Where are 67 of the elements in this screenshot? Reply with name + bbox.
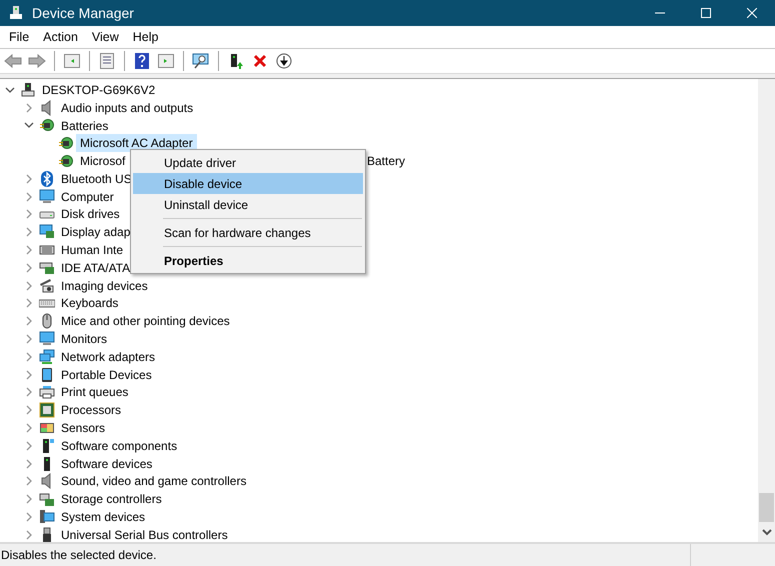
menu-item[interactable]: View <box>84 27 126 47</box>
tree-item[interactable]: Human Inte <box>57 241 128 260</box>
tree-item[interactable]: Imaging devices <box>57 276 152 295</box>
tree-item-text: Battery <box>367 154 406 168</box>
processor-icon <box>39 402 55 418</box>
tablet-icon <box>39 366 55 383</box>
tree-item[interactable]: Network adapters <box>57 348 160 366</box>
app-icon <box>8 5 24 21</box>
tree-item[interactable]: Portable Devices <box>57 366 156 384</box>
scrollbar[interactable] <box>758 79 775 542</box>
battery-plug-icon <box>39 117 55 134</box>
tree-item[interactable]: Software components <box>57 436 182 455</box>
status-text: Disables the selected device. <box>0 548 158 562</box>
monitor-icon <box>39 331 55 348</box>
monitor-magnifier-icon <box>192 53 210 69</box>
tree-item[interactable]: Microsof <box>76 152 130 170</box>
back-arrow-icon <box>4 54 22 68</box>
window-title: Device Manager <box>32 5 135 21</box>
panel-icon <box>64 54 80 68</box>
controller-card-icon <box>39 260 55 276</box>
tree-item[interactable]: Sound, video and game controllers <box>57 472 250 490</box>
menu-option[interactable]: Uninstall device <box>133 194 363 215</box>
tree-item[interactable]: Microsoft AC Adapter <box>76 134 197 152</box>
tree-item[interactable]: Mice and other pointing devices <box>57 312 234 330</box>
tree-item[interactable]: Batteries <box>57 116 112 134</box>
menu-option[interactable]: Scan for hardware changes <box>133 222 363 243</box>
close-icon <box>747 8 757 18</box>
network-icon <box>39 348 55 365</box>
bluetooth-icon <box>39 170 55 187</box>
display-card-icon <box>39 224 55 240</box>
tree-item[interactable]: Audio inputs and outputs <box>57 98 198 117</box>
monitor-icon <box>39 188 55 205</box>
tree-item[interactable]: Print queues <box>57 383 132 402</box>
printer-icon <box>39 384 55 400</box>
document-icon <box>99 53 115 69</box>
computer-icon <box>20 82 36 98</box>
menu-option[interactable]: Properties <box>133 250 363 271</box>
tree-item[interactable]: Storage controllers <box>57 490 166 508</box>
tree-item[interactable]: Monitors <box>57 330 112 348</box>
menu-option[interactable]: Disable device <box>133 173 363 194</box>
forward-arrow-icon <box>28 54 46 68</box>
tree-item[interactable]: Universal Serial Bus controllers <box>57 526 232 542</box>
tree-item[interactable]: DESKTOP-G69K6V2 <box>38 80 160 99</box>
tree-item[interactable]: Computer <box>57 188 118 206</box>
tower-arrow-icon <box>228 53 244 69</box>
storage-controller-icon <box>39 491 55 508</box>
help-icon <box>134 53 150 69</box>
tree-item[interactable]: IDE ATA/ATA <box>57 258 134 277</box>
scrollbar-thumb[interactable] <box>759 493 774 522</box>
maximize-icon <box>701 8 711 18</box>
menu-item[interactable]: Help <box>126 27 166 47</box>
tree-item[interactable]: Software devices <box>57 454 156 473</box>
menu-item[interactable]: Action <box>36 27 85 47</box>
menu-item[interactable]: File <box>2 27 36 47</box>
tree-item[interactable]: Sensors <box>57 419 110 438</box>
panel-icon <box>158 54 174 68</box>
menu-option[interactable]: Update driver <box>133 152 363 173</box>
x-icon <box>253 54 267 68</box>
tree-item[interactable]: Disk drives <box>57 205 124 224</box>
system-icon <box>39 509 55 526</box>
tree-item[interactable]: System devices <box>57 508 150 526</box>
tree-item[interactable]: Keyboards <box>57 294 122 312</box>
camera-icon <box>39 278 55 294</box>
tree-item[interactable]: Display adap <box>57 223 134 242</box>
battery-plug-icon <box>58 153 74 170</box>
tree-item[interactable]: Processors <box>57 401 126 420</box>
battery-plug-icon <box>58 135 74 152</box>
